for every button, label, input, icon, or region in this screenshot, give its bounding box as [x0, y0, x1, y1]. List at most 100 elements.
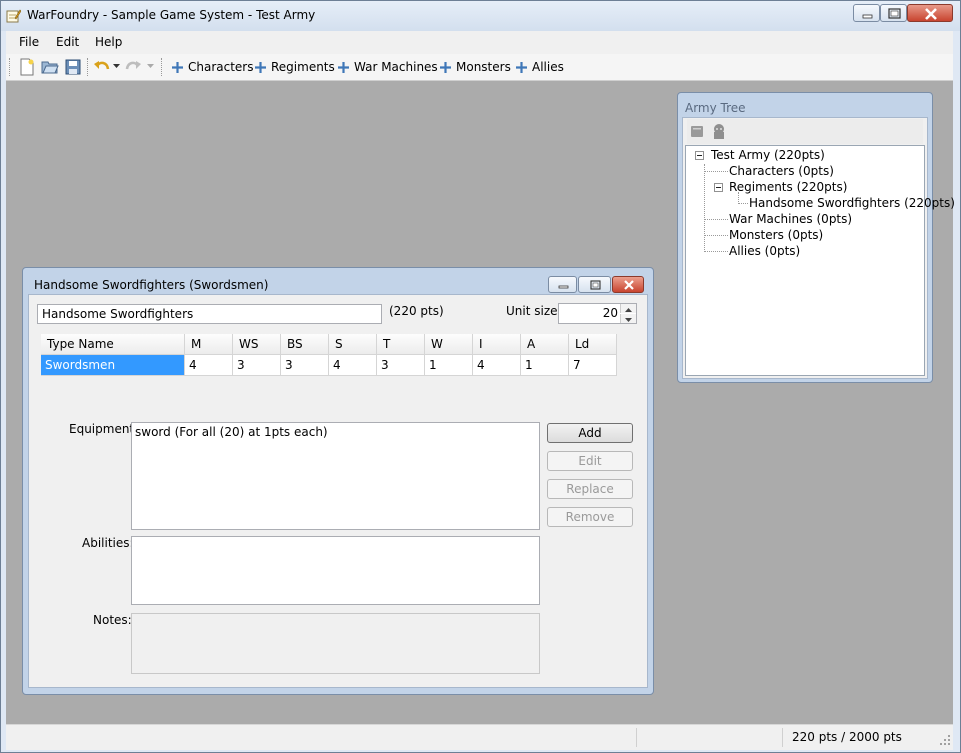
tree-connector: [704, 251, 728, 252]
add-war-machines-label: War Machines: [354, 60, 438, 74]
close-button[interactable]: [907, 4, 953, 22]
add-equipment-button[interactable]: Add: [547, 423, 633, 443]
add-characters-button[interactable]: Characters: [171, 58, 254, 76]
grid-header-i[interactable]: I: [473, 334, 521, 355]
notes-box[interactable]: [131, 613, 540, 674]
redo-dropdown-icon[interactable]: [147, 64, 154, 69]
grid-header-bs[interactable]: BS: [281, 334, 329, 355]
add-allies-label: Allies: [532, 60, 564, 74]
grid-cell-s[interactable]: 4: [329, 355, 377, 376]
plus-icon: [440, 61, 451, 73]
open-folder-icon[interactable]: [41, 58, 59, 76]
expander-test-army[interactable]: [695, 151, 704, 160]
unit-name-field[interactable]: Handsome Swordfighters: [37, 304, 382, 324]
unit-size-value: 20: [602, 306, 618, 320]
tree-node-test-army[interactable]: Test Army (220pts): [711, 148, 825, 162]
grid-header-type-name[interactable]: Type Name: [41, 334, 185, 355]
add-allies-button[interactable]: Allies: [515, 58, 564, 76]
toolbar-grip[interactable]: [9, 58, 11, 76]
undo-icon[interactable]: [93, 58, 111, 76]
grid-header-w[interactable]: W: [425, 334, 473, 355]
menu-help[interactable]: Help: [95, 35, 122, 49]
spinner-up-button[interactable]: [620, 304, 636, 313]
edit-unit-icon[interactable]: [690, 124, 705, 139]
spinner-down-button[interactable]: [620, 314, 636, 323]
arrow-down-icon: [625, 318, 632, 322]
equipment-item[interactable]: sword (For all (20) at 1pts each): [135, 425, 328, 439]
army-tree-toolbar: [687, 119, 923, 144]
replace-equipment-button[interactable]: Replace: [547, 479, 633, 499]
army-tree-view[interactable]: Test Army (220pts) Characters (0pts) Reg…: [685, 145, 955, 376]
grid-header-s[interactable]: S: [329, 334, 377, 355]
grid-cell-ld[interactable]: 7: [569, 355, 617, 376]
menu-edit[interactable]: Edit: [56, 35, 79, 49]
plus-icon: [516, 61, 527, 73]
status-points: 220 pts / 2000 pts: [792, 730, 902, 744]
grid-cell-ws[interactable]: 3: [233, 355, 281, 376]
stats-grid[interactable]: Type Name M WS BS S T W I A Ld Swordsmen…: [41, 334, 617, 378]
menu-file[interactable]: File: [19, 35, 39, 49]
close-icon: [624, 280, 634, 290]
grid-cell-type-name[interactable]: Swordsmen: [41, 355, 185, 376]
minimize-icon: [558, 285, 569, 289]
unit-size-label: Unit size:: [506, 304, 562, 318]
grid-cell-m[interactable]: 4: [185, 355, 233, 376]
tree-node-allies[interactable]: Allies (0pts): [729, 244, 800, 258]
grid-cell-a[interactable]: 1: [521, 355, 569, 376]
unit-minimize-button[interactable]: [548, 276, 577, 293]
expander-regiments[interactable]: [714, 183, 723, 192]
unit-close-button[interactable]: [612, 276, 644, 293]
restore-icon: [590, 280, 601, 290]
grid-cell-i[interactable]: 4: [473, 355, 521, 376]
new-file-icon[interactable]: [18, 58, 36, 76]
save-icon[interactable]: [64, 58, 82, 76]
status-divider: [782, 728, 783, 747]
tree-node-monsters[interactable]: Monsters (0pts): [729, 228, 823, 242]
add-monsters-button[interactable]: Monsters: [439, 58, 511, 76]
tree-connector: [738, 203, 748, 204]
tree-node-characters[interactable]: Characters (0pts): [729, 164, 834, 178]
abilities-list[interactable]: [131, 536, 540, 605]
plus-icon: [338, 61, 349, 73]
grid-header-a[interactable]: A: [521, 334, 569, 355]
grid-cell-t[interactable]: 3: [377, 355, 425, 376]
title-bar[interactable]: WarFoundry - Sample Game System - Test A…: [1, 1, 960, 31]
unit-maximize-button[interactable]: [578, 276, 611, 293]
remove-unit-icon[interactable]: [710, 123, 728, 140]
unit-window-title: Handsome Swordfighters (Swordsmen): [34, 278, 269, 292]
undo-dropdown-icon[interactable]: [113, 64, 120, 69]
grid-header-m[interactable]: M: [185, 334, 233, 355]
tree-connector: [704, 235, 728, 236]
tree-connector: [704, 164, 705, 252]
redo-icon[interactable]: [124, 58, 142, 76]
tree-node-regiments[interactable]: Regiments (220pts): [729, 180, 847, 194]
grid-header-t[interactable]: T: [377, 334, 425, 355]
add-regiments-button[interactable]: Regiments: [254, 58, 335, 76]
grid-header-ws[interactable]: WS: [233, 334, 281, 355]
equipment-list[interactable]: sword (For all (20) at 1pts each): [131, 422, 540, 530]
status-bar: 220 pts / 2000 pts: [6, 724, 953, 750]
remove-equipment-button[interactable]: Remove: [547, 507, 633, 527]
army-tree-title: Army Tree: [685, 101, 746, 115]
close-icon: [925, 8, 937, 20]
resize-grip-icon[interactable]: [939, 734, 951, 746]
equipment-label: Equipment:: [69, 422, 139, 436]
minimize-button[interactable]: [853, 4, 880, 22]
toolbar-separator: [161, 58, 163, 76]
maximize-button[interactable]: [880, 4, 907, 22]
unit-points: (220 pts): [389, 304, 444, 318]
add-monsters-label: Monsters: [456, 60, 511, 74]
maximize-icon: [888, 8, 901, 19]
window-title: WarFoundry - Sample Game System - Test A…: [27, 8, 316, 22]
unit-size-spinner[interactable]: 20: [558, 303, 637, 324]
toolbar: Characters Regiments War Machines Monste…: [6, 54, 953, 81]
grid-cell-w[interactable]: 1: [425, 355, 473, 376]
add-characters-label: Characters: [188, 60, 254, 74]
edit-equipment-button[interactable]: Edit: [547, 451, 633, 471]
add-war-machines-button[interactable]: War Machines: [337, 58, 438, 76]
tree-node-handsome-swordfighters[interactable]: Handsome Swordfighters (220pts): [749, 196, 955, 210]
add-regiments-label: Regiments: [271, 60, 335, 74]
tree-node-war-machines[interactable]: War Machines (0pts): [729, 212, 852, 226]
grid-cell-bs[interactable]: 3: [281, 355, 329, 376]
grid-header-ld[interactable]: Ld: [569, 334, 617, 355]
